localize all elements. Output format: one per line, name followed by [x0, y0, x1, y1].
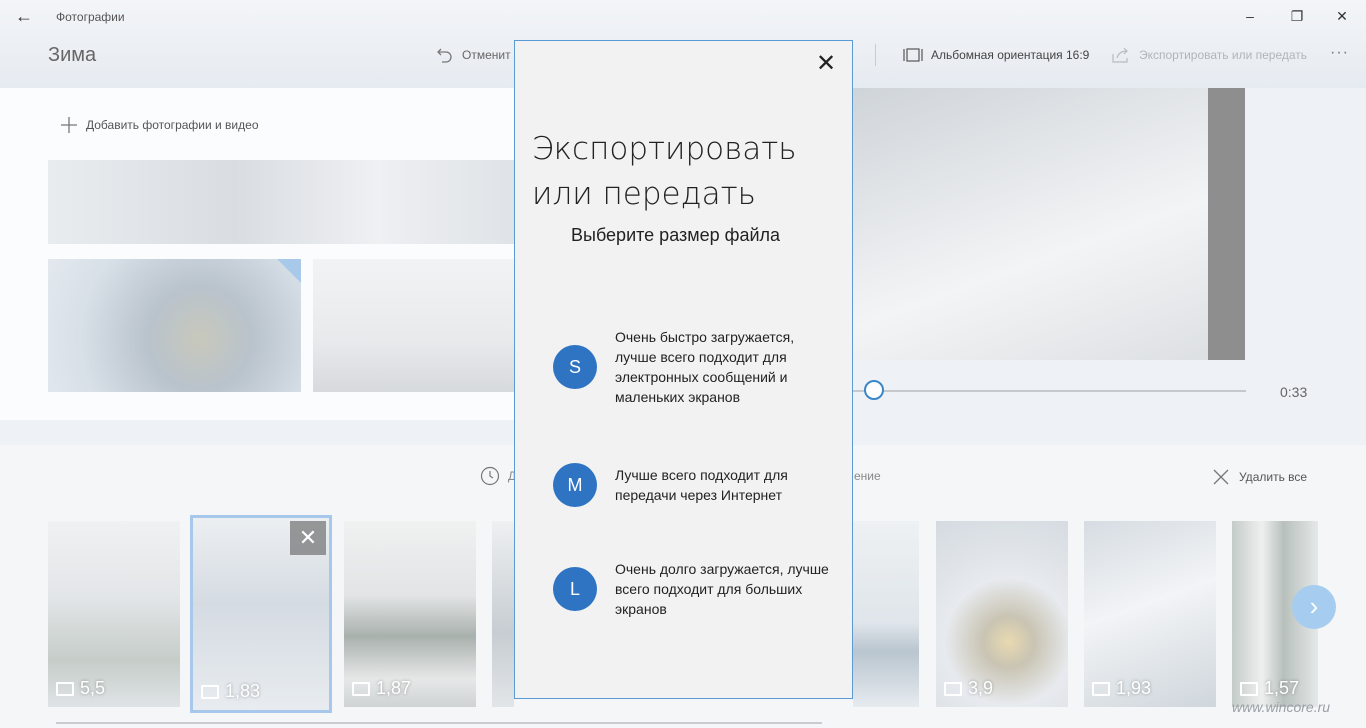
dialog-close-button[interactable]: ✕	[814, 52, 838, 77]
export-dialog: ✕ Экспортировать или передать Выберите р…	[514, 40, 853, 699]
app-title: Фотографии	[56, 10, 125, 24]
size-badge-m: M	[553, 463, 597, 507]
playback-slider-track[interactable]	[852, 390, 1246, 392]
close-window-button[interactable]: ✕	[1330, 6, 1354, 26]
size-option-description: Очень быстро загружается, лучше всего по…	[615, 329, 795, 405]
size-option-s[interactable]: S Очень быстро загружается, лучше всего …	[553, 327, 833, 407]
share-icon	[1112, 47, 1128, 63]
card-duration: 3,9	[944, 678, 993, 699]
maximize-button[interactable]: ❐	[1285, 6, 1309, 26]
back-button[interactable]: ←	[10, 4, 38, 30]
export-share-button[interactable]: Экспортировать или передать	[1111, 44, 1307, 66]
remove-card-button[interactable]: ✕	[290, 521, 326, 555]
aspect-ratio-label: Альбомная ориентация 16:9	[931, 48, 1090, 62]
photo-icon	[201, 684, 219, 699]
photo-icon	[944, 681, 962, 696]
photo-icon	[1092, 681, 1110, 696]
card-duration: 5,5	[56, 678, 105, 699]
storyboard-card[interactable]: 1,87	[344, 521, 476, 707]
photo-icon	[1240, 681, 1258, 696]
scroll-next-button[interactable]: ›	[1292, 585, 1336, 629]
library-thumbnail[interactable]	[48, 259, 301, 392]
project-title[interactable]: Зима	[48, 44, 96, 67]
add-media-button[interactable]: Добавить фотографии и видео	[60, 115, 259, 135]
preview-letterbox	[1208, 88, 1245, 360]
minimize-button[interactable]: –	[1238, 6, 1262, 26]
plus-icon	[61, 117, 77, 133]
photo-icon	[352, 681, 370, 696]
dialog-title: Экспортировать или передать	[532, 131, 797, 212]
playback-slider-thumb[interactable]	[864, 380, 884, 400]
size-badge-l: L	[553, 567, 597, 611]
watermark: www.wincore.ru	[1232, 699, 1331, 715]
used-marker	[277, 259, 301, 283]
size-badge-s: S	[553, 345, 597, 389]
more-options-button[interactable]: ···	[1330, 44, 1349, 62]
dialog-subtitle: Выберите размер файла	[571, 225, 781, 245]
delete-all-button[interactable]: Удалить все	[1213, 467, 1307, 487]
text-button-label[interactable]: ение	[854, 469, 881, 483]
photo-icon	[56, 681, 74, 696]
storyboard-card[interactable]: 3,9	[936, 521, 1068, 707]
add-media-label: Добавить фотографии и видео	[86, 118, 259, 132]
video-preview[interactable]	[852, 88, 1208, 360]
close-icon	[1213, 469, 1229, 485]
card-duration: 1,93	[1092, 678, 1151, 699]
toolbar-divider	[875, 44, 876, 66]
size-option-description: Очень долго загружается, лучше всего под…	[615, 561, 829, 617]
library-thumbnail[interactable]	[48, 160, 516, 244]
storyboard-card[interactable]	[853, 521, 919, 707]
card-duration: 1,87	[352, 678, 411, 699]
aspect-ratio-button[interactable]: Альбомная ориентация 16:9	[903, 44, 1089, 66]
storyboard-card[interactable]: 5,5	[48, 521, 180, 707]
card-duration: 1,57	[1240, 678, 1299, 699]
storyboard-card[interactable]: 1,93	[1084, 521, 1216, 707]
storyboard-scrollbar[interactable]	[56, 722, 822, 724]
size-option-m[interactable]: M Лучше всего подходит для передачи чере…	[553, 463, 833, 507]
clock-icon[interactable]	[480, 466, 500, 486]
duration-label: 0:33	[1280, 384, 1308, 400]
storyboard-card-selected[interactable]: ✕ 1,83	[190, 515, 332, 713]
export-share-label: Экспортировать или передать	[1139, 48, 1308, 62]
undo-button[interactable]: Отменит	[436, 44, 511, 66]
library-thumbnail[interactable]	[313, 259, 516, 392]
size-option-description: Лучше всего подходит для передачи через …	[615, 467, 788, 503]
undo-icon	[437, 48, 452, 63]
aspect-ratio-icon	[903, 48, 923, 62]
size-option-l[interactable]: L Очень долго загружается, лучше всего п…	[553, 559, 833, 619]
storyboard-card[interactable]	[492, 521, 514, 707]
delete-all-label: Удалить все	[1239, 470, 1308, 484]
undo-label: Отменит	[462, 48, 511, 62]
card-duration: 1,83	[201, 681, 260, 702]
